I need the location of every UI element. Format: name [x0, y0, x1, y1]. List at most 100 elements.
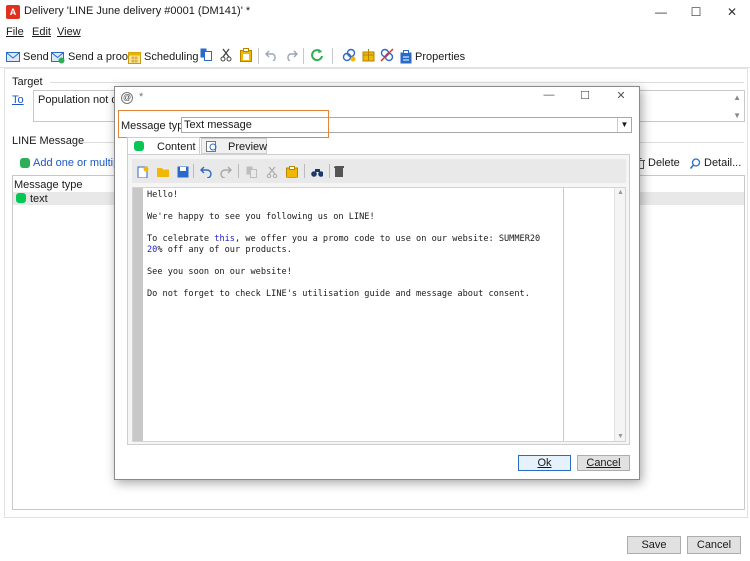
editor-line: 20% off any of our products. — [147, 245, 563, 256]
send-label: Send — [23, 51, 49, 63]
add-icon — [20, 158, 30, 168]
menu-view-label: View — [57, 26, 81, 38]
editor-gutter — [133, 188, 143, 441]
scheduling-label: Scheduling — [144, 51, 199, 63]
paste-icon[interactable] — [286, 166, 298, 178]
personalization-dropdown-icon[interactable] — [334, 166, 346, 178]
message-text: Hello! We're happy to see you following u… — [147, 190, 563, 438]
ok-label: Ok — [537, 457, 552, 469]
menu-file-label: File — [6, 26, 24, 38]
message-text-editor[interactable]: Hello! We're happy to see you following u… — [132, 187, 626, 442]
column-header-message-type[interactable]: Message type — [14, 179, 82, 191]
tab-content[interactable]: Content — [127, 137, 200, 155]
tab-content-label: Content — [157, 141, 196, 153]
paste-icon[interactable] — [240, 48, 252, 62]
toolbar-separator — [258, 48, 259, 64]
menu-view[interactable]: View — [57, 26, 81, 38]
editor-text: We're happy to see you following us on L… — [147, 212, 375, 222]
dialog-cancel-button[interactable]: Cancel — [577, 455, 630, 471]
detail-label: Detail... — [704, 157, 742, 169]
editor-text: To celebrate — [147, 234, 215, 244]
scroll-up-icon[interactable]: ▲ — [617, 189, 624, 196]
scheduling-button[interactable]: Scheduling — [128, 49, 198, 65]
delete-button[interactable]: Delete — [635, 155, 680, 171]
undo-icon[interactable] — [265, 49, 278, 61]
message-dialog: @ * — ☐ ✕ Message type Text message ▼ Co… — [114, 86, 640, 480]
send-proof-button[interactable]: Send a proof — [51, 49, 131, 65]
redo-icon[interactable] — [220, 166, 232, 178]
refresh-icon[interactable] — [310, 48, 324, 62]
menu-edit[interactable]: Edit — [32, 26, 51, 38]
magnifier-icon — [690, 157, 701, 169]
dialog-app-icon: @ — [121, 92, 133, 104]
dialog-minimize-button[interactable]: — — [539, 89, 559, 101]
minimize-button[interactable]: — — [647, 3, 675, 21]
toolbar-separator — [193, 164, 194, 178]
editor-line: Hello! — [147, 190, 563, 201]
close-button[interactable]: ✕ — [718, 3, 746, 21]
ok-button[interactable]: Ok — [518, 455, 571, 471]
dialog-cancel-label: Cancel — [586, 457, 621, 469]
save-button[interactable]: Save — [627, 536, 681, 554]
cancel-button[interactable]: Cancel — [687, 536, 741, 554]
add-message-label: Add one or multipl — [33, 157, 122, 169]
toolbar-separator — [329, 164, 330, 178]
save-icon[interactable] — [177, 166, 189, 178]
scroll-down-icon[interactable]: ▼ — [733, 111, 741, 120]
package-icon[interactable] — [362, 48, 375, 62]
editor-highlight-text: 20 — [147, 245, 158, 255]
preview-icon — [206, 141, 217, 152]
menu-bar: File Edit View — [0, 24, 750, 42]
editor-scrollbar[interactable]: ▲ ▼ — [614, 188, 625, 441]
scroll-down-icon[interactable]: ▼ — [617, 433, 624, 440]
dialog-close-button[interactable]: ✕ — [611, 89, 631, 102]
properties-button[interactable]: Properties — [400, 49, 465, 65]
to-link[interactable]: To — [12, 94, 24, 106]
toolbar-separator — [332, 48, 333, 64]
cut-icon[interactable] — [266, 166, 278, 178]
unlink-icon[interactable] — [380, 48, 394, 62]
undo-icon[interactable] — [200, 166, 212, 178]
title-bar: A Delivery 'LINE June delivery #0001 (DM… — [0, 0, 750, 24]
editor-frame: Hello! We're happy to see you following u… — [127, 154, 630, 445]
binoculars-icon[interactable] — [311, 166, 323, 178]
tab-preview[interactable]: Preview — [201, 138, 267, 154]
cut-icon[interactable] — [220, 48, 232, 62]
copy-icon[interactable] — [200, 48, 213, 62]
scroll-up-icon[interactable]: ▲ — [733, 93, 741, 102]
send-proof-icon — [51, 51, 65, 63]
editor-line: We're happy to see you following us on L… — [147, 212, 563, 223]
redo-icon[interactable] — [285, 49, 298, 61]
chevron-down-icon[interactable]: ▼ — [617, 118, 631, 132]
add-message-button[interactable]: Add one or multipl — [20, 155, 122, 171]
window-title: Delivery 'LINE June delivery #0001 (DM14… — [24, 5, 251, 17]
copy-icon[interactable] — [246, 166, 258, 178]
tab-preview-label: Preview — [228, 141, 268, 153]
detail-button[interactable]: Detail... — [690, 155, 741, 171]
editor-toolbar — [132, 159, 626, 183]
line-message-section-label: LINE Message — [12, 135, 85, 147]
menu-file[interactable]: File — [6, 26, 24, 38]
editor-highlight-text: this — [214, 234, 235, 244]
dialog-maximize-button[interactable]: ☐ — [575, 89, 595, 102]
line-icon — [16, 193, 26, 203]
maximize-button[interactable]: ☐ — [682, 3, 710, 21]
clipboard-icon — [400, 50, 412, 64]
link-icon[interactable] — [342, 48, 356, 62]
send-proof-label: Send a proof — [68, 51, 131, 63]
send-icon — [6, 52, 20, 62]
open-folder-icon[interactable] — [157, 166, 169, 178]
toolbar-separator — [304, 164, 305, 178]
line-icon — [134, 141, 144, 151]
editor-text: , we offer you a promo code to use on ou… — [234, 234, 541, 244]
delete-label: Delete — [648, 157, 680, 169]
new-document-icon[interactable] — [137, 166, 149, 178]
send-button[interactable]: Send — [6, 49, 49, 65]
message-type-value: text — [30, 193, 48, 205]
menu-edit-label: Edit — [32, 26, 51, 38]
target-section-label: Target — [12, 76, 43, 88]
